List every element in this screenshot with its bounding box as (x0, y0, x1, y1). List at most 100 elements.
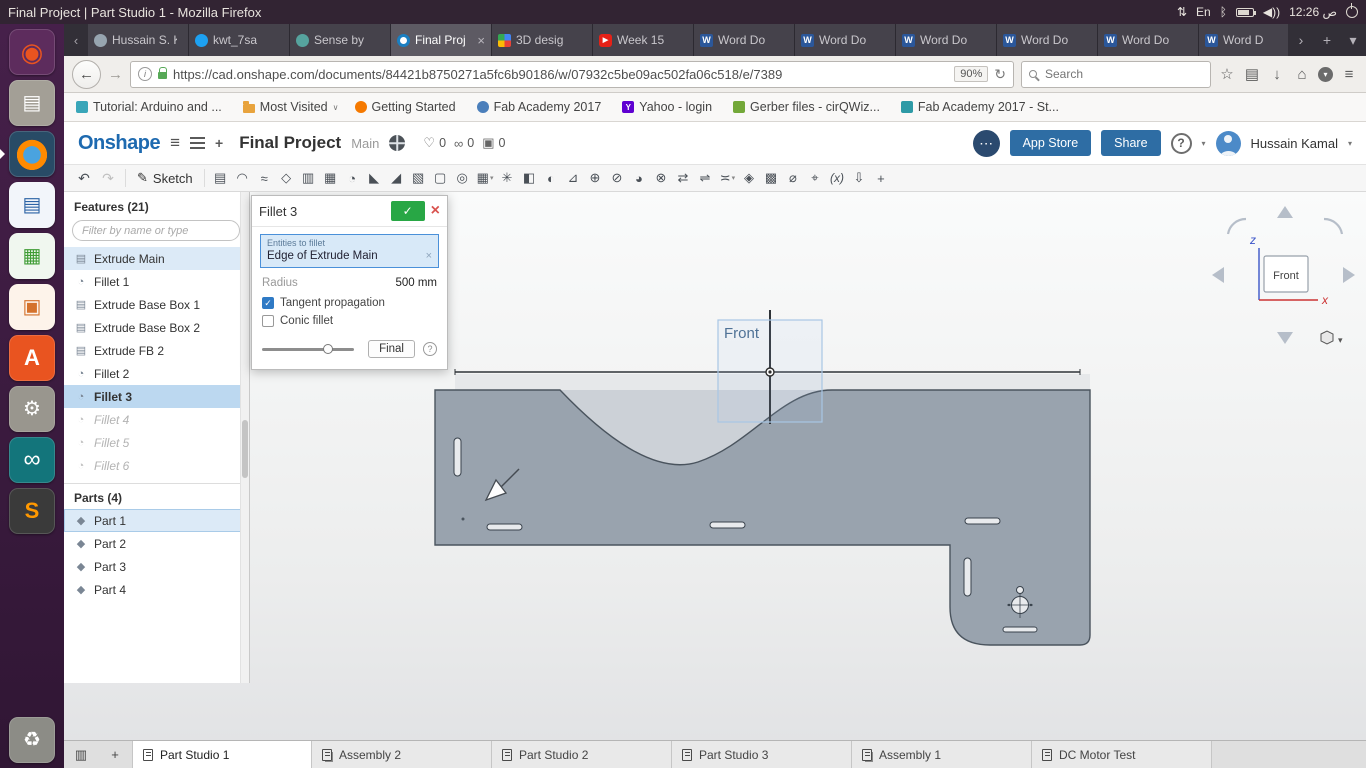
radius-input[interactable]: 500 mm (395, 277, 437, 289)
reload-icon[interactable]: ↻ (994, 66, 1006, 83)
part-item[interactable]: ◆ Part 4 (64, 578, 249, 601)
rotate-cw-icon[interactable] (1323, 217, 1344, 235)
launcher-icon-dash[interactable]: ◉ (9, 29, 55, 75)
keyboard-layout-indicator[interactable]: En (1196, 6, 1211, 18)
tool-button-mirror[interactable]: ◧ (518, 166, 540, 190)
browser-tab-word-doc-6[interactable]: W Word D (1199, 24, 1288, 56)
viewcube-left-arrow[interactable] (1212, 267, 1224, 283)
feature-panel-scrollbar[interactable] (240, 192, 249, 683)
element-tab-assembly-2[interactable]: Assembly 2 (312, 741, 492, 768)
launcher-icon-software[interactable]: A (9, 335, 55, 381)
forward-button[interactable]: → (108, 66, 123, 83)
launcher-icon-writer[interactable]: ▤ (9, 182, 55, 228)
tool-button-variables[interactable]: (x) (826, 166, 848, 190)
tool-button-sweep[interactable]: ≈ (254, 166, 276, 190)
tool-button-revolve[interactable]: ◠ (232, 166, 254, 190)
launcher-icon-settings[interactable]: ⚙ (9, 386, 55, 432)
home-icon[interactable]: ⌂ (1293, 66, 1311, 83)
tool-button-fill-surface[interactable]: ▩ (760, 166, 782, 190)
feature-item[interactable]: ◔ Fillet 3 (64, 385, 249, 408)
feature-item[interactable]: ◔ Fillet 4 (64, 408, 249, 431)
bookmark-item-yahoo-login[interactable]: Y Yahoo - login (622, 100, 717, 114)
tool-button-rib[interactable]: ▧ (408, 166, 430, 190)
zoom-level-badge[interactable]: 90% (954, 66, 989, 82)
bookmark-item-getting-started[interactable]: Getting Started (354, 100, 461, 114)
user-menu-caret-icon[interactable]: ▾ (1348, 139, 1352, 148)
help-icon[interactable]: ? (1170, 132, 1192, 154)
counter-copied[interactable]: ▣ 0 (482, 135, 505, 151)
feature-item[interactable]: ◔ Fillet 6 (64, 454, 249, 477)
sketch-button[interactable]: ✎ Sketch (131, 166, 199, 190)
launcher-icon-impress[interactable]: ▣ (9, 284, 55, 330)
browser-tab-hussain[interactable]: Hussain S. K (88, 24, 189, 56)
tool-button-move-face[interactable]: ⇄ (672, 166, 694, 190)
scrollbar-thumb[interactable] (242, 420, 248, 478)
feature-item[interactable]: ▤ Extrude FB 2 (64, 339, 249, 362)
user-name[interactable]: Hussain Kamal (1251, 136, 1338, 151)
app-store-button[interactable]: App Store (1009, 130, 1092, 156)
clock[interactable]: ص 12:26 (1289, 6, 1337, 18)
page-info-icon[interactable]: i (138, 67, 152, 81)
redo-button[interactable]: ↷ (96, 166, 120, 190)
tool-button-thicken[interactable]: ▥ (298, 166, 320, 190)
part-item[interactable]: ◆ Part 2 (64, 532, 249, 555)
bookmark-item-gerber-files[interactable]: Gerber files - cirQWiz... (733, 100, 885, 114)
view-cube[interactable]: z x Front ▾ (1212, 206, 1355, 345)
insert-new-icon[interactable]: + (215, 135, 223, 151)
viewcube-right-arrow[interactable] (1343, 267, 1355, 283)
rollback-slider[interactable] (262, 343, 354, 354)
new-tab-button[interactable]: + (1314, 24, 1340, 56)
tool-button-circular-pattern[interactable]: ✳ (496, 166, 518, 190)
manage-tabs-icon[interactable]: ▥ (64, 741, 98, 768)
tool-button-replace-face[interactable]: ⇌ (694, 166, 716, 190)
launcher-icon-calc[interactable]: ▦ (9, 233, 55, 279)
feature-item[interactable]: ◔ Fillet 5 (64, 431, 249, 454)
add-tab-icon[interactable]: + (98, 741, 132, 768)
tool-button-custom-feature[interactable]: + (870, 166, 892, 190)
sketch-point[interactable] (461, 517, 465, 521)
browser-tab-sense[interactable]: Sense by (290, 24, 391, 56)
tool-button-split[interactable]: ⊿ (562, 166, 584, 190)
bookmark-item-tutorial-arduino[interactable]: Tutorial: Arduino and ... (76, 100, 227, 114)
url-text[interactable]: https://cad.onshape.com/documents/84421b… (173, 67, 948, 82)
tool-button-loft[interactable]: ◇ (276, 166, 298, 190)
launcher-icon-arduino[interactable]: ∞ (9, 437, 55, 483)
entities-to-fillet-field[interactable]: Entities to fillet Edge of Extrude Main … (260, 234, 439, 268)
share-button[interactable]: Share (1101, 130, 1161, 156)
tool-button-measure[interactable]: ⌀ (782, 166, 804, 190)
back-button[interactable]: ← (72, 59, 101, 89)
tangent-propagation-checkbox[interactable]: ✓ Tangent propagation (260, 291, 439, 309)
power-menu-icon[interactable] (1346, 3, 1358, 18)
tool-button-import[interactable]: ⇩ (848, 166, 870, 190)
element-tab-dc-motor-test[interactable]: DC Motor Test (1032, 741, 1212, 768)
dialog-help-icon[interactable]: ? (423, 342, 437, 356)
dialog-confirm-button[interactable]: ✓ (390, 201, 425, 221)
tool-button-delete-face[interactable]: ⊗ (650, 166, 672, 190)
browser-tab-word-doc-1[interactable]: W Word Do (694, 24, 795, 56)
pocket-icon[interactable]: ▾ (1318, 66, 1333, 82)
tool-button-delete-part[interactable]: ⊘ (606, 166, 628, 190)
element-tab-part-studio-3[interactable]: Part Studio 3 (672, 741, 852, 768)
tool-button-transform[interactable]: ⊕ (584, 166, 606, 190)
counter-followed[interactable]: ♡ 0 (423, 135, 446, 151)
menu-icon[interactable]: ≡ (1340, 66, 1358, 83)
feature-item[interactable]: ◔ Fillet 1 (64, 270, 249, 293)
part-item[interactable]: ◆ Part 3 (64, 555, 249, 578)
view-mode-cube-icon[interactable] (1320, 330, 1334, 345)
launcher-icon-trash[interactable]: ♻ (9, 717, 55, 763)
final-button[interactable]: Final (368, 340, 415, 358)
feature-item[interactable]: ▤ Extrude Base Box 2 (64, 316, 249, 339)
viewcube-down-arrow[interactable] (1277, 332, 1293, 344)
bookmark-item-most-visited[interactable]: Most Visited ∨ (242, 100, 339, 114)
url-bar[interactable]: i https://cad.onshape.com/documents/8442… (130, 60, 1014, 88)
launcher-icon-firefox[interactable] (9, 131, 55, 177)
bluetooth-icon[interactable]: ᛒ (1220, 6, 1227, 18)
onshape-logo[interactable]: Onshape (78, 132, 161, 155)
tool-button-boolean[interactable]: ◐ (540, 166, 562, 190)
undo-button[interactable]: ↶ (72, 166, 96, 190)
browser-tab-word-doc-4[interactable]: W Word Do (997, 24, 1098, 56)
versions-history-icon[interactable] (190, 137, 205, 149)
dialog-close-icon[interactable]: × (431, 203, 440, 219)
tab-list-button[interactable]: ▾ (1340, 24, 1366, 56)
tab-close-icon[interactable]: × (477, 33, 485, 48)
